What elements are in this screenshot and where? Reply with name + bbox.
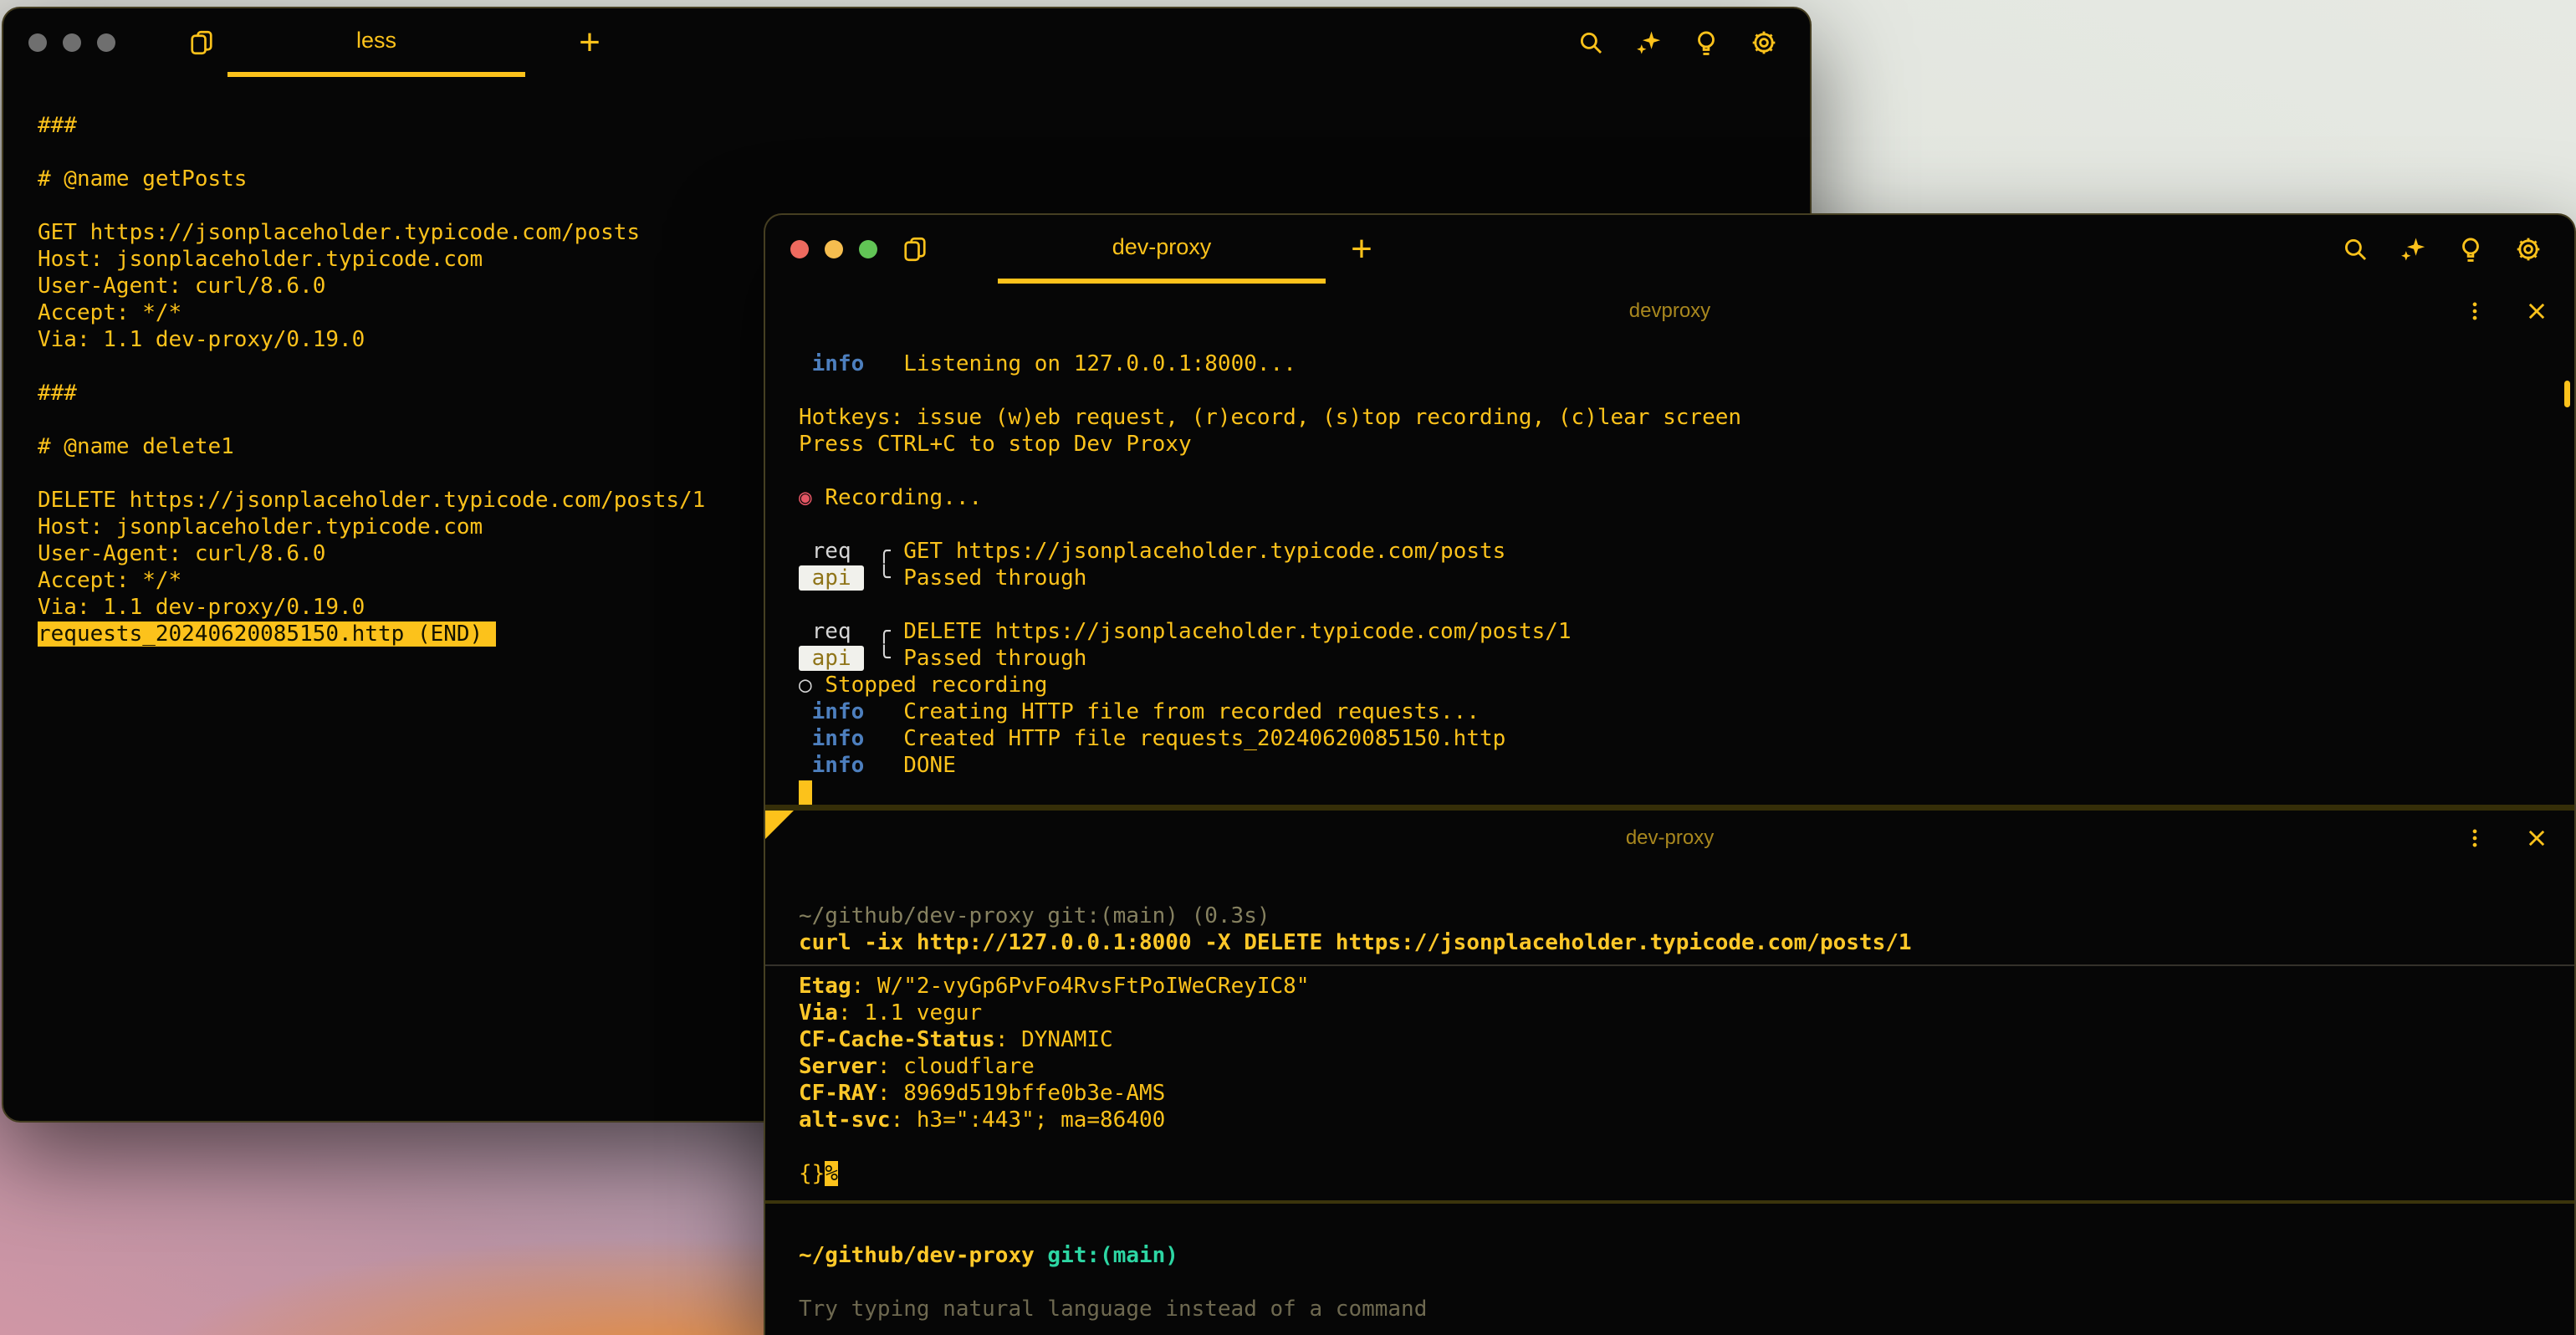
traffic-light-zoom[interactable] <box>859 240 877 258</box>
tab-dev-proxy-label: dev-proxy <box>1112 234 1212 260</box>
traffic-light-close[interactable] <box>28 33 47 52</box>
terminal-output-devproxy: info Listening on 127.0.0.1:8000... Hotk… <box>765 339 2574 805</box>
block-divider <box>765 1200 2574 1204</box>
terminal-line: CF-RAY: 8969d519bffe0b3e-AMS <box>799 1080 2549 1107</box>
tab-less[interactable]: less <box>227 8 525 77</box>
terminal-line <box>799 377 2549 404</box>
terminal-line: info DONE <box>799 752 2549 779</box>
terminal-line: info Creating HTTP file from recorded re… <box>799 698 2549 725</box>
terminal-line: Server: cloudflare <box>799 1053 2549 1080</box>
terminal-line: curl -ix http://127.0.0.1:8000 -X DELETE… <box>799 929 2549 956</box>
pane-devproxy: devproxy info Listening on 127.0.0.1:800 <box>765 284 2574 805</box>
tab-less-label: less <box>356 28 396 54</box>
terminal-line <box>799 779 2549 805</box>
close-icon[interactable] <box>2519 821 2554 856</box>
tab-bar-dev-proxy: dev-proxy + <box>765 215 2574 284</box>
terminal-line: info Created HTTP file requests_20240620… <box>799 725 2549 752</box>
tab-dev-proxy[interactable]: dev-proxy <box>998 215 1326 284</box>
pane-header: devproxy <box>765 284 2574 339</box>
terminal-line: {}% <box>799 1160 2549 1187</box>
close-icon[interactable] <box>2519 294 2554 329</box>
command-block: ~/github/dev-proxy git:(main) (0.3s)curl… <box>799 903 2549 956</box>
gear-icon[interactable] <box>1746 25 1781 60</box>
gear-icon[interactable] <box>2511 232 2546 267</box>
terminal-line: CF-Cache-Status: DYNAMIC <box>799 1026 2549 1053</box>
terminal-line: ### <box>38 112 1785 139</box>
plus-icon: + <box>1351 231 1372 268</box>
pane-title: devproxy <box>1629 299 1710 323</box>
search-icon[interactable] <box>1573 25 1608 60</box>
plus-icon: + <box>579 24 601 61</box>
terminal-line <box>38 139 1785 166</box>
terminal-line: alt-svc: h3=":443"; ma=86400 <box>799 1107 2549 1133</box>
pane-dev-proxy-shell: dev-proxy ~/github/dev-proxy git:( <box>765 811 2574 1335</box>
terminal-line: ~/github/dev-proxy git:(main) <box>799 1242 2549 1269</box>
terminal-line: info Listening on 127.0.0.1:8000... <box>799 350 2549 377</box>
terminal-line: Try typing natural language instead of a… <box>799 1296 2549 1322</box>
terminal-line: Hotkeys: issue (w)eb request, (r)ecord, … <box>799 404 2549 431</box>
new-tab-button[interactable]: + <box>572 25 607 60</box>
shell-prompt[interactable]: ~/github/dev-proxy git:(main) Try typing… <box>799 1242 2549 1322</box>
traffic-lights <box>28 33 115 52</box>
terminal-line: api ╰ Passed through <box>799 565 2549 591</box>
search-icon[interactable] <box>2338 232 2373 267</box>
terminal-line: ○ Stopped recording <box>799 672 2549 698</box>
terminal-line: Press CTRL+C to stop Dev Proxy <box>799 431 2549 458</box>
bookmarks-icon[interactable] <box>897 232 933 267</box>
terminal-line <box>799 458 2549 484</box>
traffic-light-zoom[interactable] <box>97 33 115 52</box>
terminal-line: req ╭ DELETE https://jsonplaceholder.typ… <box>799 618 2549 645</box>
terminal-line: Etag: W/"2-vyGp6PvFo4RvsFtPoIWeCReyIC8" <box>799 973 2549 1000</box>
traffic-light-minimize[interactable] <box>63 33 81 52</box>
terminal-line: req ╭ GET https://jsonplaceholder.typico… <box>799 538 2549 565</box>
window-toolbar <box>1573 25 1781 60</box>
pane-divider[interactable] <box>765 805 2574 811</box>
sparkles-icon[interactable] <box>1631 25 1666 60</box>
kebab-menu-icon[interactable] <box>2457 821 2492 856</box>
terminal-line <box>799 511 2549 538</box>
traffic-light-close[interactable] <box>790 240 809 258</box>
bulb-icon[interactable] <box>2453 232 2488 267</box>
traffic-lights <box>790 240 877 258</box>
sparkles-icon[interactable] <box>2395 232 2430 267</box>
bulb-icon[interactable] <box>1689 25 1724 60</box>
window-dev-proxy: dev-proxy + <box>764 213 2576 1335</box>
kebab-menu-icon[interactable] <box>2457 294 2492 329</box>
command-output: Etag: W/"2-vyGp6PvFo4RvsFtPoIWeCReyIC8"V… <box>799 973 2549 1187</box>
new-tab-button[interactable]: + <box>1344 232 1379 267</box>
traffic-light-minimize[interactable] <box>825 240 843 258</box>
scrollbar-thumb[interactable] <box>2564 381 2570 407</box>
block-separator <box>765 964 2574 966</box>
pane-header: dev-proxy <box>765 811 2574 866</box>
terminal-line: api ╰ Passed through <box>799 645 2549 672</box>
tab-bar-less: less + <box>3 8 1810 77</box>
window-toolbar <box>2338 232 2546 267</box>
terminal-line: ◉ Recording... <box>799 484 2549 511</box>
terminal-line <box>799 591 2549 618</box>
terminal-line: ~/github/dev-proxy git:(main) (0.3s) <box>799 903 2549 929</box>
terminal-line <box>799 1269 2549 1296</box>
bookmarks-icon[interactable] <box>184 25 219 60</box>
terminal-line: # @name getPosts <box>38 166 1785 192</box>
pane-title: dev-proxy <box>1626 826 1714 850</box>
terminal-line: Via: 1.1 vegur <box>799 1000 2549 1026</box>
terminal-line <box>799 1133 2549 1160</box>
